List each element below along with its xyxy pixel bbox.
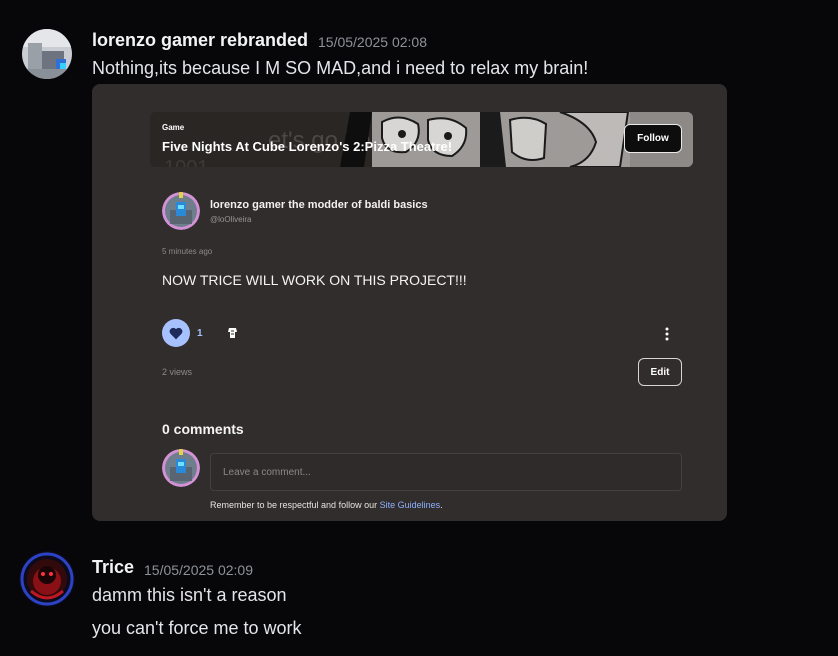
view-count: 2 views — [162, 367, 193, 377]
post-author-name[interactable]: lorenzo gamer the modder of baldi basics — [210, 199, 428, 211]
message-text: you can't force me to work — [92, 618, 302, 638]
post-author-avatar[interactable] — [162, 192, 200, 230]
message-timestamp: 15/05/2025 02:09 — [144, 562, 253, 578]
share-icon[interactable] — [226, 326, 240, 340]
post-text: NOW TRICE WILL WORK ON THIS PROJECT!!! — [162, 272, 467, 288]
like-button[interactable] — [162, 319, 190, 347]
message-text: damm this isn't a reason — [92, 585, 287, 605]
banner-title[interactable]: Five Nights At Cube Lorenzo's 2:Pizza Th… — [162, 139, 452, 154]
commenter-avatar — [162, 449, 200, 487]
avatar[interactable] — [22, 29, 72, 79]
post-timestamp: 5 minutes ago — [162, 247, 213, 256]
svg-text:1001: 1001 — [164, 157, 209, 167]
comments-heading: 0 comments — [162, 421, 244, 437]
banner-category: Game — [162, 123, 185, 132]
guidelines-notice: Remember to be respectful and follow our… — [210, 500, 443, 510]
link-embed[interactable]: et's go back to 1001 Game Five Nights At… — [92, 84, 727, 521]
message-1: lorenzo gamer rebranded 15/05/2025 02:08… — [0, 0, 838, 530]
guidelines-prefix: Remember to be respectful and follow our — [210, 500, 380, 510]
message-author[interactable]: Trice — [92, 557, 134, 578]
guidelines-suffix: . — [440, 500, 443, 510]
message-timestamp: 15/05/2025 02:08 — [318, 34, 427, 50]
comment-input[interactable] — [210, 453, 682, 491]
avatar[interactable] — [19, 551, 75, 607]
heart-icon — [169, 327, 183, 339]
message-text: Nothing,its because I M SO MAD,and i nee… — [92, 58, 589, 78]
game-banner[interactable]: et's go back to 1001 Game Five Nights At… — [150, 112, 693, 167]
like-count: 1 — [197, 328, 203, 339]
site-guidelines-link[interactable]: Site Guidelines — [380, 500, 441, 510]
more-vertical-icon[interactable] — [664, 327, 670, 341]
follow-button[interactable]: Follow — [624, 124, 682, 153]
message-author[interactable]: lorenzo gamer rebranded — [92, 30, 308, 51]
message-2: Trice 15/05/2025 02:09 damm this isn't a… — [0, 540, 838, 656]
edit-button[interactable]: Edit — [638, 358, 682, 386]
post-author-handle: @loOliveira — [210, 215, 252, 224]
